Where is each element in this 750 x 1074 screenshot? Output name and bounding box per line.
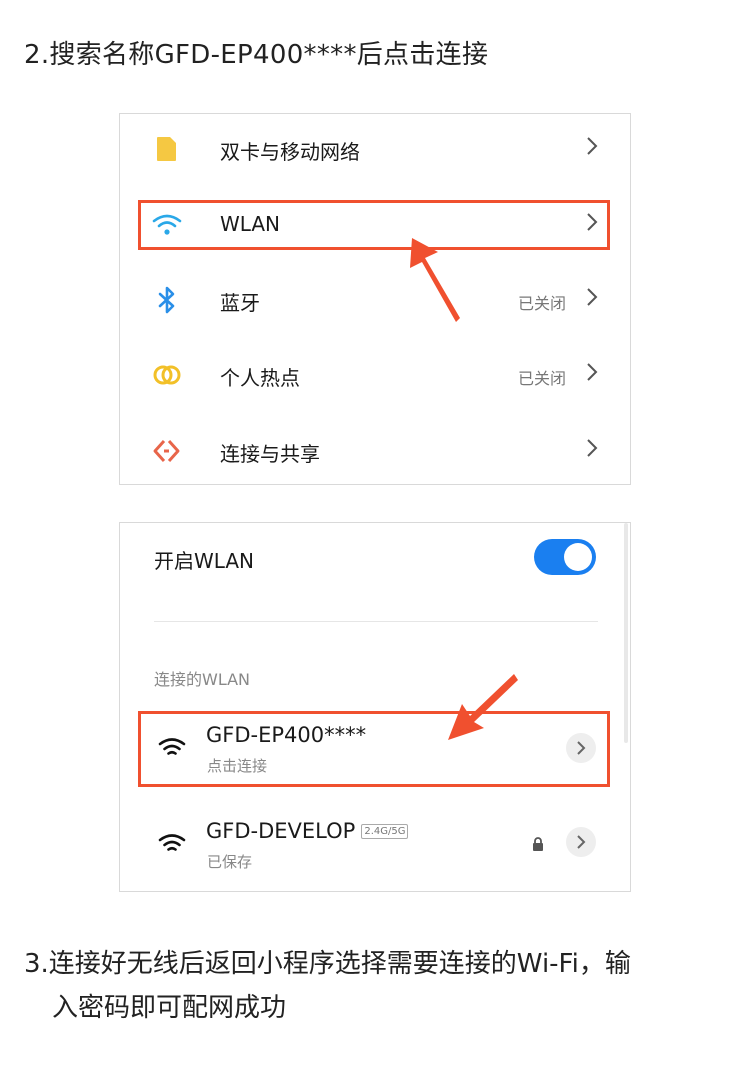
sim-card-icon xyxy=(152,134,182,164)
settings-item-dual-sim[interactable]: 双卡与移动网络 xyxy=(120,114,630,184)
share-icon xyxy=(152,436,182,466)
settings-item-bluetooth[interactable]: 蓝牙 已关闭 xyxy=(120,265,630,335)
lock-icon xyxy=(533,837,543,851)
chevron-right-icon xyxy=(587,137,598,155)
settings-screenshot: 双卡与移动网络 WLAN 蓝牙 已关闭 个人热点 已关闭 连接与共享 xyxy=(119,113,631,485)
status-text: 已关闭 xyxy=(517,369,566,388)
pointer-arrow-icon xyxy=(410,238,460,322)
step-2-heading: 2.搜索名称GFD-EP400****后点击连接 xyxy=(24,40,489,70)
settings-item-label: 个人热点 xyxy=(220,366,300,390)
chevron-right-icon xyxy=(587,439,598,457)
wifi-signal-icon xyxy=(158,834,186,851)
network-details-button[interactable] xyxy=(566,827,596,857)
pointer-arrow-icon xyxy=(448,674,518,740)
step-3-line-2: 入密码即可配网成功 xyxy=(52,993,287,1023)
status-text: 已关闭 xyxy=(517,294,566,313)
band-badge: 2.4G/5G xyxy=(361,824,409,839)
network-row-gfd-develop[interactable]: GFD-DEVELOP 2.4G/5G 已保存 xyxy=(120,807,630,883)
wlan-toggle-switch[interactable] xyxy=(534,539,596,575)
hotspot-icon xyxy=(152,360,182,390)
settings-item-hotspot[interactable]: 个人热点 已关闭 xyxy=(120,340,630,410)
network-highlight-box xyxy=(138,711,610,787)
toggle-knob xyxy=(564,543,592,571)
step-3-instructions: 3.连接好无线后返回小程序选择需要连接的Wi-Fi，输 入密码即可配网成功 xyxy=(24,942,724,1030)
divider xyxy=(154,621,598,622)
ssid-text: GFD-DEVELOP xyxy=(206,819,356,843)
chevron-right-icon xyxy=(587,288,598,306)
section-label: 连接的WLAN xyxy=(154,670,251,689)
wlan-screenshot: 开启WLAN 连接的WLAN GFD-EP400**** 点击连接 GFD-DE… xyxy=(119,522,631,892)
scrollbar[interactable] xyxy=(624,523,628,743)
wlan-highlight-box xyxy=(138,200,610,250)
settings-item-label: 连接与共享 xyxy=(220,442,320,466)
network-status: 已保存 xyxy=(207,853,253,871)
bluetooth-icon xyxy=(152,285,182,315)
network-ssid: GFD-DEVELOP 2.4G/5G xyxy=(206,819,409,843)
settings-item-label: 蓝牙 xyxy=(220,291,260,315)
chevron-right-icon xyxy=(587,363,598,381)
step-3-line-1: 3.连接好无线后返回小程序选择需要连接的Wi-Fi，输 xyxy=(24,949,631,979)
settings-item-label: 双卡与移动网络 xyxy=(220,140,360,164)
wlan-toggle-label: 开启WLAN xyxy=(154,549,255,573)
settings-item-connection-sharing[interactable]: 连接与共享 xyxy=(120,416,630,486)
